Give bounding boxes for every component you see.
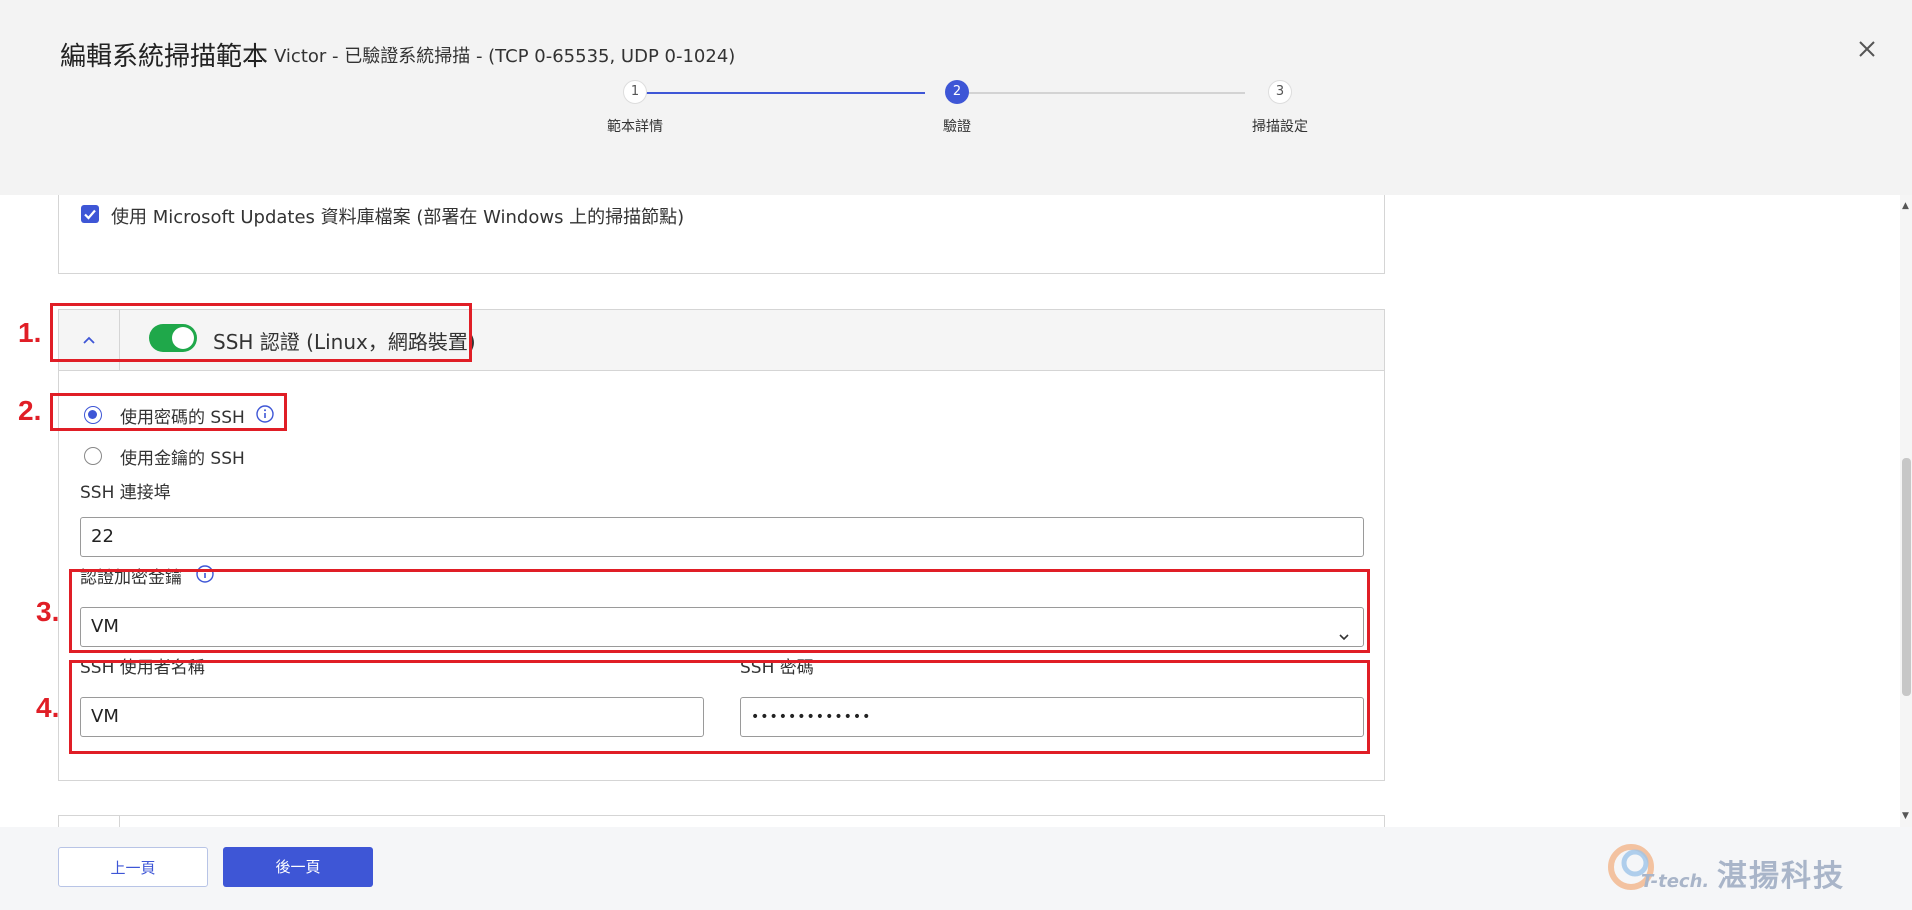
dialog-footer: 上一頁 後一頁 T-tech. 湛揚科技	[0, 827, 1912, 910]
logo-text: 湛揚科技	[1717, 859, 1845, 894]
scrollbar[interactable]: ▲ ▼	[1900, 195, 1912, 827]
windows-auth-panel: 使用 Microsoft Updates 資料庫檔案 (部署在 Windows …	[58, 195, 1385, 274]
ssh-port-input[interactable]: 22	[80, 517, 1364, 557]
step-connector-todo	[955, 92, 1245, 94]
step-2-indicator[interactable]: 2	[945, 80, 969, 104]
microsoft-updates-checkbox[interactable]	[81, 205, 99, 223]
annotation-box-1	[50, 303, 472, 362]
scroll-down-icon[interactable]: ▼	[1902, 811, 1909, 821]
step-connector-done	[635, 92, 925, 94]
dialog-header: 編輯系統掃描範本 Victor - 已驗證系統掃描 - (TCP 0-65535…	[0, 0, 1912, 195]
template-name: Victor - 已驗證系統掃描 - (TCP 0-65535, UDP 0-1…	[274, 46, 736, 67]
watermark-logo: T-tech. 湛揚科技	[1605, 839, 1875, 899]
checkmark-icon	[84, 209, 96, 220]
step-3-label: 掃描設定	[1252, 119, 1308, 135]
step-2-label: 驗證	[943, 119, 971, 135]
annotation-box-4	[69, 660, 1370, 754]
logo-subtext: T-tech.	[1641, 871, 1710, 892]
step-1-label: 範本詳情	[607, 119, 663, 135]
step-3-indicator[interactable]: 3	[1268, 80, 1292, 104]
previous-button[interactable]: 上一頁	[58, 847, 208, 887]
ssh-port-label: SSH 連接埠	[80, 483, 171, 503]
annotation-box-2	[50, 393, 287, 431]
step-1-indicator[interactable]: 1	[623, 80, 647, 104]
annotation-number-2: 2.	[18, 395, 42, 426]
annotation-number-4: 4.	[36, 692, 60, 723]
annotation-number-3: 3.	[36, 596, 60, 627]
scroll-thumb[interactable]	[1902, 458, 1911, 696]
microsoft-updates-label: 使用 Microsoft Updates 資料庫檔案 (部署在 Windows …	[111, 207, 685, 228]
annotation-number-1: 1.	[18, 317, 42, 348]
next-button[interactable]: 後一頁	[223, 847, 373, 887]
scroll-content[interactable]: 使用 Microsoft Updates 資料庫檔案 (部署在 Windows …	[0, 195, 1900, 827]
close-button[interactable]	[1852, 34, 1882, 64]
radio-key-ssh-label[interactable]: 使用金鑰的 SSH	[120, 444, 245, 469]
close-icon	[1859, 41, 1875, 57]
scroll-up-icon[interactable]: ▲	[1902, 201, 1909, 211]
wizard-stepper: 1 2 3 範本詳情 驗證 掃描設定	[600, 80, 1308, 140]
next-auth-section	[58, 815, 1385, 827]
dialog-title: 編輯系統掃描範本	[60, 42, 269, 72]
next-section-collapse-button[interactable]	[59, 816, 120, 827]
annotation-box-3	[69, 569, 1370, 653]
radio-key-ssh[interactable]	[84, 447, 102, 465]
